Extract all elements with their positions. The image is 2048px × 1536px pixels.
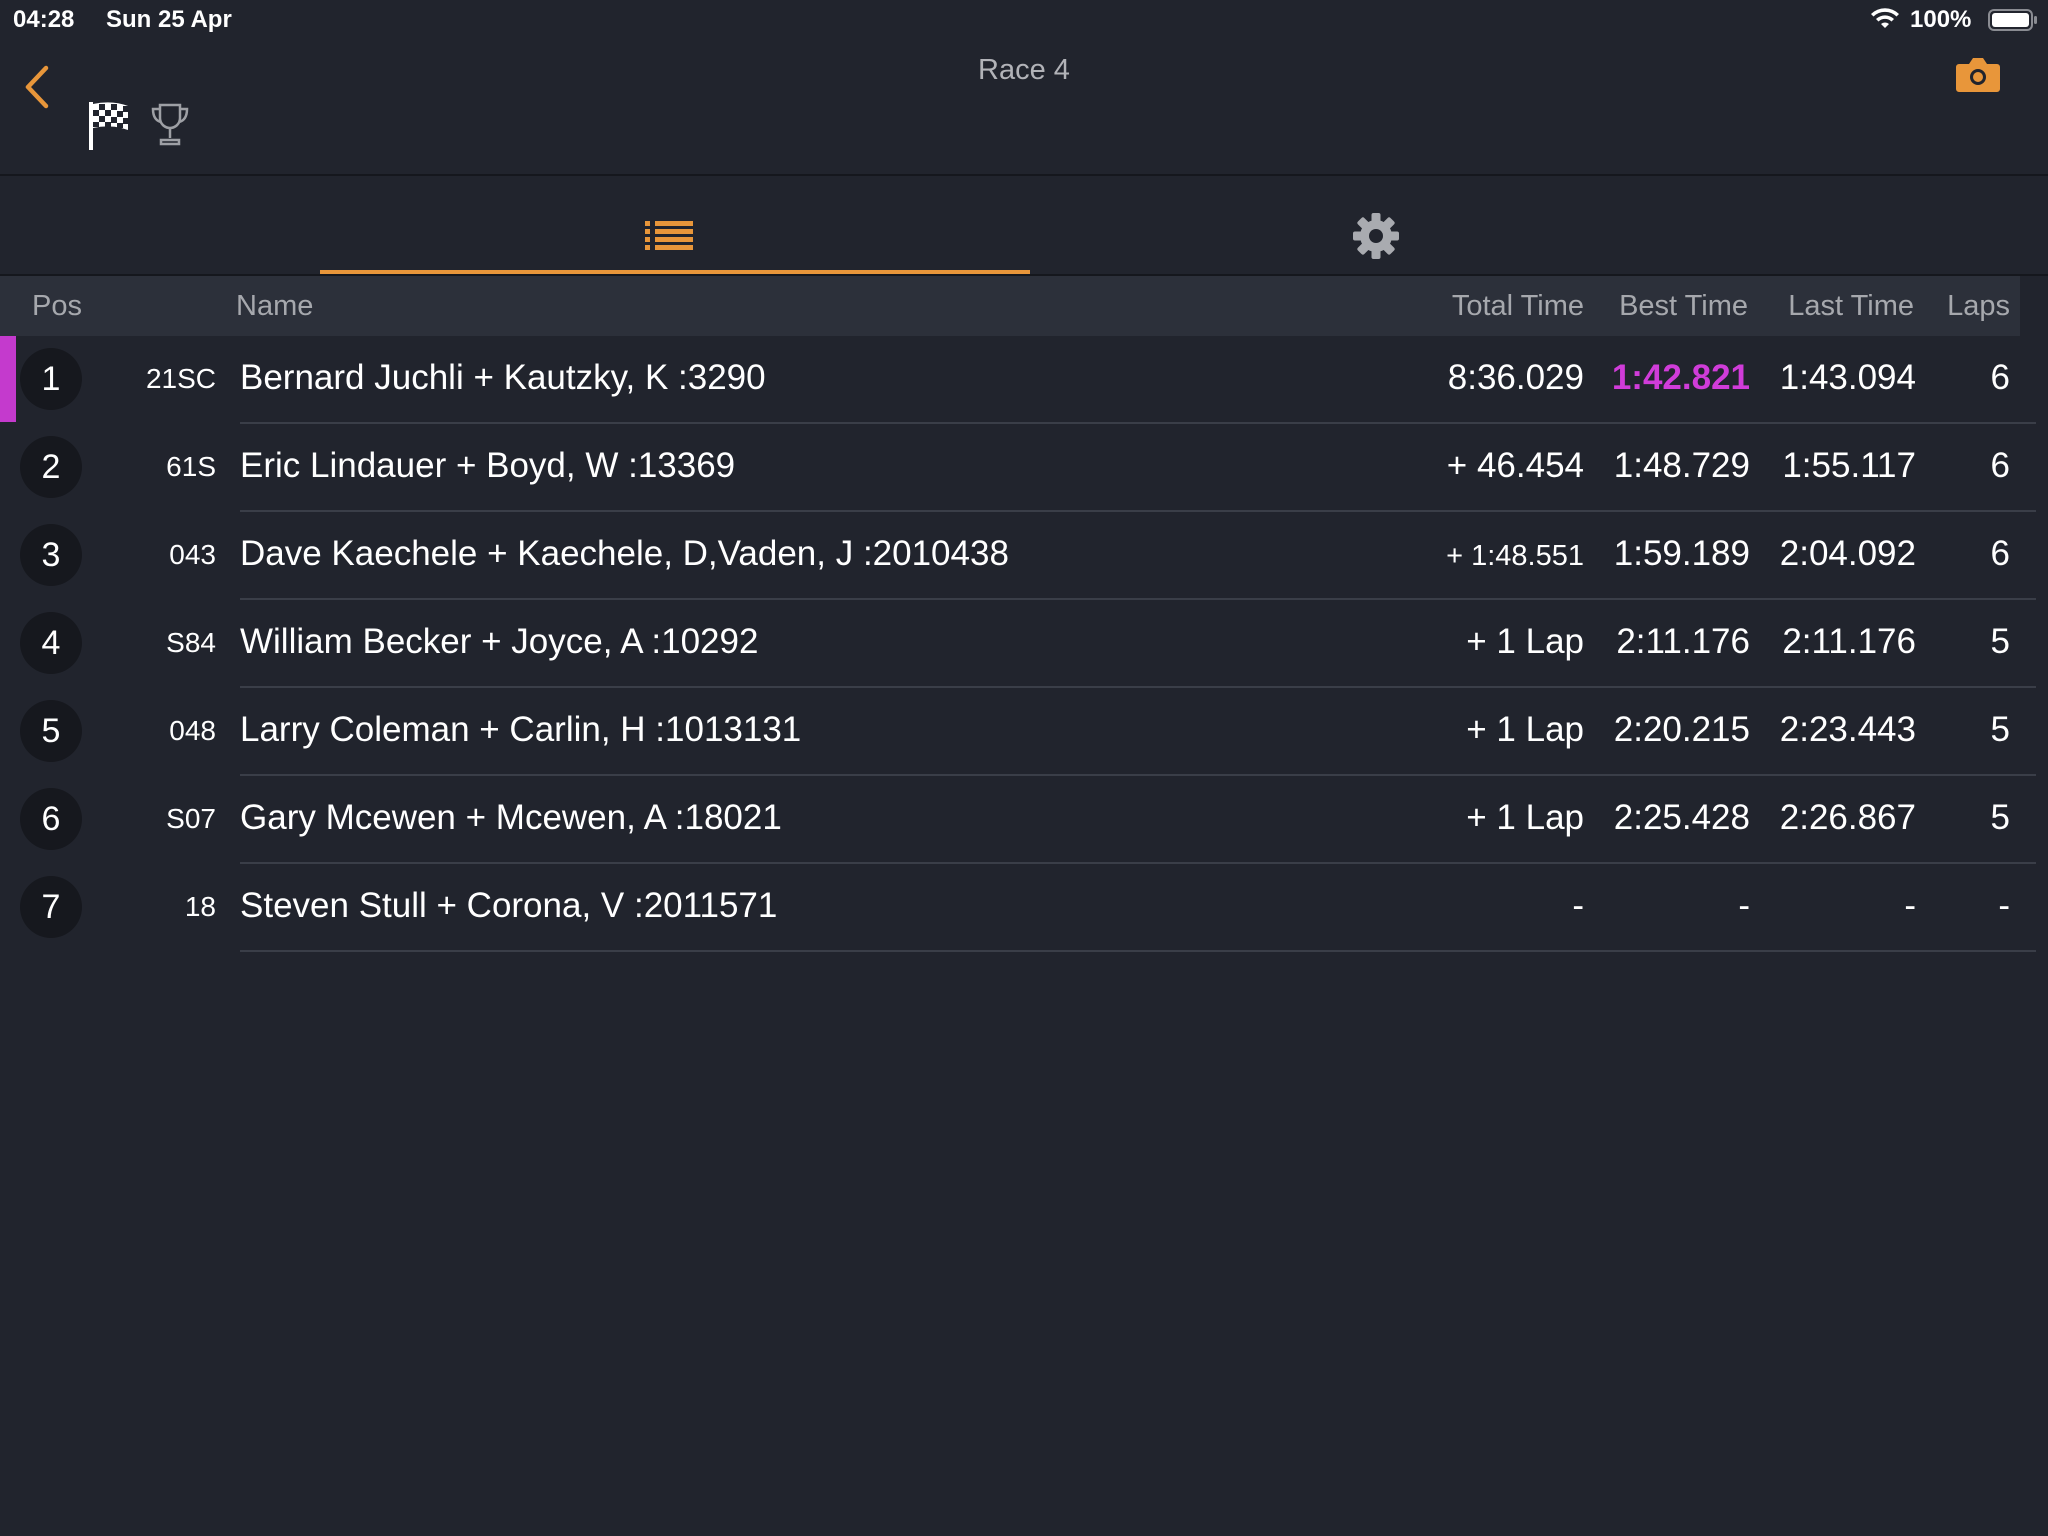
status-date: Sun 25 Apr (106, 6, 232, 33)
car-number: 18 (184, 891, 216, 922)
header-total-time: Total Time (1451, 290, 1584, 322)
battery-percent: 100% (1910, 6, 1972, 33)
total-time: + 1 Lap (1466, 710, 1584, 749)
results-table: Pos Name Total Time Best Time Last Time … (0, 276, 2048, 952)
table-row[interactable]: 7 18 Steven Stull + Corona, V :2011571 -… (0, 864, 2048, 952)
laps: 6 (1990, 358, 2010, 397)
total-time: + 46.454 (1446, 446, 1584, 485)
navigation-bar: Race 4 (0, 40, 2048, 176)
laps: 5 (1990, 798, 2010, 837)
leader-indicator (0, 336, 16, 422)
car-number: S84 (166, 627, 216, 658)
last-time: 1:55.117 (1782, 446, 1916, 485)
position-badge: 3 (20, 524, 82, 586)
position-badge: 6 (20, 788, 82, 850)
gear-icon (1353, 213, 1399, 259)
position-badge: 5 (20, 700, 82, 762)
row-divider (240, 950, 2036, 952)
table-header: Pos Name Total Time Best Time Last Time … (0, 276, 2020, 336)
table-row[interactable]: 6 S07 Gary Mcewen + Mcewen, A :18021 + 1… (0, 776, 2048, 864)
car-number: S07 (166, 803, 216, 834)
laps: 5 (1990, 710, 2010, 749)
checkered-flag-icon[interactable] (86, 100, 132, 152)
best-time: 2:11.176 (1616, 622, 1750, 661)
trophy-icon[interactable] (148, 102, 192, 148)
wifi-icon (1871, 8, 1899, 28)
laps: 6 (1990, 534, 2010, 573)
header-laps: Laps (1947, 290, 2010, 322)
header-best-time: Best Time (1619, 290, 1748, 322)
last-time: 2:11.176 (1782, 622, 1916, 661)
driver-name: Bernard Juchli + Kautzky, K :3290 (240, 358, 766, 397)
list-icon (645, 221, 693, 250)
best-time: 1:48.729 (1613, 446, 1750, 485)
battery-icon (1988, 9, 2037, 31)
laps: 5 (1990, 622, 2010, 661)
driver-name: Steven Stull + Corona, V :2011571 (240, 886, 778, 925)
best-time: - (1738, 886, 1750, 925)
driver-name: William Becker + Joyce, A :10292 (240, 622, 759, 661)
tab-settings[interactable] (1050, 176, 1700, 274)
best-time: 2:20.215 (1613, 710, 1750, 749)
header-last-time: Last Time (1788, 290, 1914, 322)
position-badge: 4 (20, 612, 82, 674)
best-time: 2:25.428 (1613, 798, 1750, 837)
last-time: 2:26.867 (1779, 798, 1916, 837)
camera-icon[interactable] (1955, 54, 2001, 94)
laps: 6 (1990, 446, 2010, 485)
table-row[interactable]: 1 21SC Bernard Juchli + Kautzky, K :3290… (0, 336, 2048, 424)
tab-results-list[interactable] (320, 176, 1030, 274)
table-row[interactable]: 3 043 Dave Kaechele + Kaechele, D,Vaden,… (0, 512, 2048, 600)
header-pos: Pos (32, 290, 82, 322)
table-row[interactable]: 4 S84 William Becker + Joyce, A :10292 +… (0, 600, 2048, 688)
driver-name: Eric Lindauer + Boyd, W :13369 (240, 446, 736, 485)
best-time: 1:59.189 (1613, 534, 1750, 573)
status-time: 04:28 (13, 6, 75, 33)
last-time: - (1904, 886, 1916, 925)
best-time: 1:42.821 (1611, 358, 1750, 397)
total-time: - (1572, 886, 1584, 925)
active-tab-indicator (320, 270, 1030, 274)
driver-name: Dave Kaechele + Kaechele, D,Vaden, J :20… (240, 534, 1009, 573)
laps: - (1998, 886, 2010, 925)
driver-name: Gary Mcewen + Mcewen, A :18021 (240, 798, 782, 837)
last-time: 1:43.094 (1779, 358, 1916, 397)
last-time: 2:23.443 (1779, 710, 1916, 749)
view-tabs (0, 176, 2048, 276)
table-row[interactable]: 5 048 Larry Coleman + Carlin, H :1013131… (0, 688, 2048, 776)
car-number: 048 (169, 715, 216, 746)
total-time: + 1:48.551 (1446, 540, 1584, 572)
total-time: + 1 Lap (1466, 622, 1584, 661)
header-name: Name (236, 290, 314, 322)
status-bar: 04:28 Sun 25 Apr 100% (0, 0, 2048, 40)
car-number: 043 (169, 539, 216, 570)
position-badge: 2 (20, 436, 82, 498)
car-number: 21SC (145, 363, 216, 394)
total-time: + 1 Lap (1466, 798, 1584, 837)
position-badge: 1 (20, 348, 82, 410)
table-row[interactable]: 2 61S Eric Lindauer + Boyd, W :13369 + 4… (0, 424, 2048, 512)
car-number: 61S (166, 451, 216, 482)
total-time: 8:36.029 (1447, 358, 1584, 397)
page-title: Race 4 (978, 54, 1070, 86)
last-time: 2:04.092 (1779, 534, 1916, 573)
position-badge: 7 (20, 876, 82, 938)
driver-name: Larry Coleman + Carlin, H :1013131 (240, 710, 802, 749)
